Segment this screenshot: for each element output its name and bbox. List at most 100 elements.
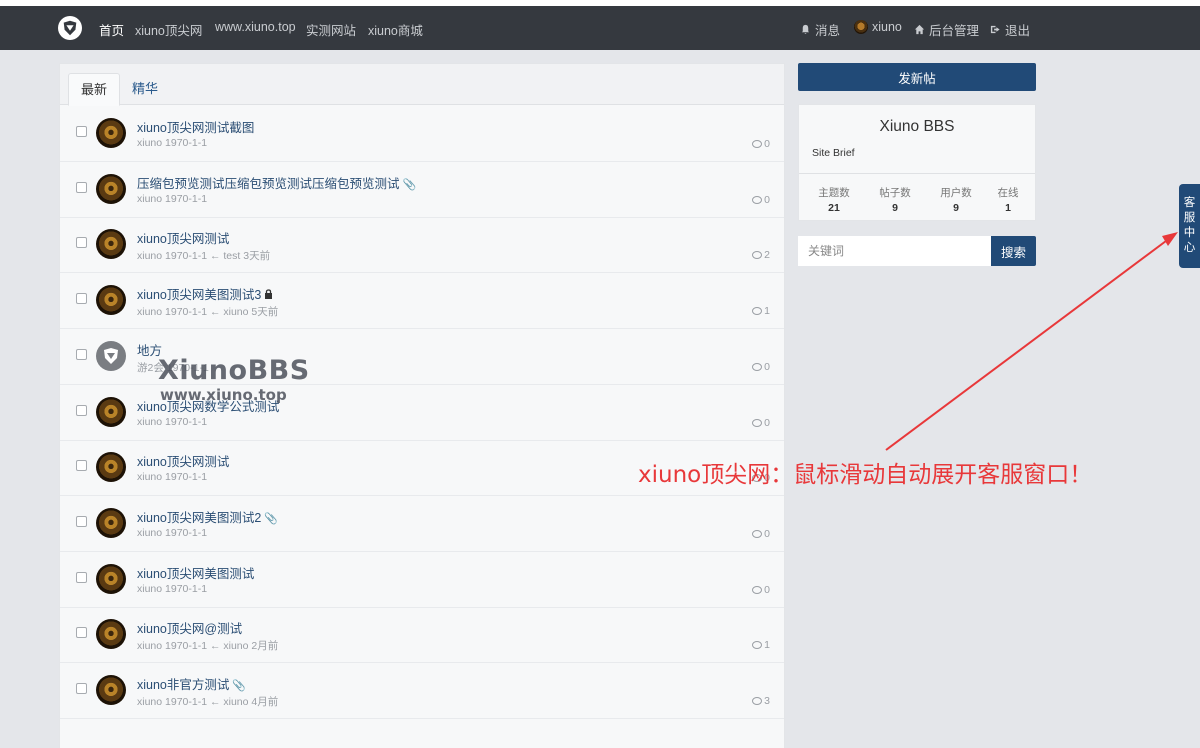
thread-checkbox[interactable] [76, 237, 87, 249]
comment-count-value: 0 [764, 360, 770, 373]
thread-title-text: xiuno顶尖网@测试 [137, 622, 243, 637]
comment-count: 0 [752, 361, 770, 373]
nav-logout[interactable]: 退出 [990, 20, 1030, 39]
comment-count: 0 [752, 584, 770, 596]
user-avatar[interactable] [96, 619, 126, 650]
thread-title[interactable]: 压缩包预览测试压缩包预览测试压缩包预览测试 📎 [137, 173, 416, 192]
thread-title[interactable]: xiuno顶尖网美图测试2 📎 [137, 507, 278, 526]
nav-messages[interactable]: 消息 [800, 20, 840, 39]
paperclip-icon: 📎 [402, 178, 417, 191]
thread-title[interactable]: xiuno顶尖网测试 [137, 451, 229, 470]
thread-title-text: 地方 [137, 343, 163, 358]
navbar: 首页 xiuno顶尖网 www.xiuno.top 实测网站 xiuno商城 消… [0, 6, 1200, 50]
thread-row[interactable]: 地方 游2会 1970-1-1 0 [60, 329, 784, 385]
thread-checkbox[interactable] [76, 126, 87, 137]
stat-label: 主题数 [818, 187, 850, 199]
nav-home[interactable]: 首页 [99, 20, 124, 39]
thread-checkbox[interactable] [76, 515, 87, 527]
comment-count-value: 3 [764, 695, 770, 707]
customer-service-tab[interactable]: 客服中心 [1179, 184, 1200, 268]
user-avatar[interactable] [96, 507, 126, 538]
user-avatar[interactable] [96, 285, 126, 316]
thread-checkbox[interactable] [76, 627, 87, 639]
user-avatar[interactable] [96, 452, 126, 483]
comment-count: 0 [752, 194, 770, 206]
thread-title-text: xiuno顶尖网美图测试 [137, 566, 255, 581]
thread-title[interactable]: xiuno顶尖网测试截图 [137, 117, 254, 136]
thread-title[interactable]: xiuno顶尖网美图测试3 [137, 284, 273, 303]
bell-icon [801, 24, 810, 34]
comment-icon [752, 697, 763, 705]
thread-row[interactable]: xiuno顶尖网测试 xiuno 1970-1-1 ← test 3天前 2 [60, 217, 784, 274]
lock-icon [264, 289, 273, 302]
divider [799, 173, 1035, 174]
thread-row[interactable]: xiuno顶尖网@测试 xiuno 1970-1-1 ← xiuno 2月前 1 [60, 607, 784, 664]
nav-shop[interactable]: xiuno商城 [368, 20, 423, 39]
tab-featured[interactable]: 精华 [120, 73, 170, 106]
service-tab-char: 服 [1183, 212, 1196, 224]
user-avatar[interactable] [96, 675, 126, 705]
comment-count-value: 0 [764, 193, 770, 206]
thread-title[interactable]: xiuno非官方测试 📎 [137, 674, 246, 693]
thread-title[interactable]: xiuno顶尖网美图测试 [137, 563, 254, 582]
site-name: Xiuno BBS [879, 118, 955, 135]
thread-meta: xiuno 1970-1-1 ← xiuno 5天前 [137, 306, 279, 319]
paperclip-icon: 📎 [232, 680, 247, 692]
user-avatar[interactable] [96, 396, 126, 427]
tab-latest[interactable]: 最新 [68, 73, 121, 106]
thread-meta: xiuno 1970-1-1 ← test 3天前 [137, 250, 271, 263]
comment-count-value: 1 [764, 639, 770, 652]
comment-count: 3 [752, 695, 770, 707]
site-logo-icon[interactable] [58, 16, 82, 40]
thread-row[interactable]: xiuno顶尖网美图测试2 📎 xiuno 1970-1-1 0 [60, 496, 784, 552]
thread-meta: xiuno 1970-1-1 ← xiuno 2月前 [137, 640, 279, 653]
thread-row[interactable]: xiuno非官方测试 📎 xiuno 1970-1-1 ← xiuno 4月前 3 [60, 663, 784, 719]
thread-meta: xiuno 1970-1-1 [137, 415, 208, 428]
comment-icon [752, 585, 763, 594]
thread-row[interactable]: xiuno顶尖网测试截图 xiuno 1970-1-1 0 [60, 106, 784, 162]
stat-users: 用户数 9 [928, 185, 984, 214]
comment-icon [752, 195, 763, 204]
comment-count-value: 1 [764, 305, 770, 318]
user-avatar[interactable] [96, 173, 126, 204]
thread-checkbox[interactable] [76, 348, 87, 360]
user-avatar[interactable] [96, 229, 126, 260]
nav-admin-label: 后台管理 [929, 24, 980, 38]
thread-title-text: xiuno顶尖网测试截图 [137, 121, 255, 135]
search-button[interactable]: 搜索 [991, 236, 1036, 266]
thread-title[interactable]: 地方 [137, 340, 162, 359]
thread-checkbox[interactable] [76, 571, 87, 583]
stat-online: 在线 1 [980, 185, 1036, 214]
thread-row[interactable]: xiuno顶尖网美图测试 xiuno 1970-1-1 0 [60, 552, 784, 608]
thread-meta: xiuno 1970-1-1 [137, 471, 208, 484]
comment-icon [752, 251, 763, 260]
thread-row[interactable]: xiuno顶尖网数学公式测试 xiuno 1970-1-1 0 [60, 385, 784, 441]
thread-checkbox[interactable] [76, 460, 87, 472]
new-post-button[interactable]: 发新帖 [798, 63, 1036, 91]
nav-logout-label: 退出 [1005, 24, 1031, 38]
thread-row[interactable]: 压缩包预览测试压缩包预览测试压缩包预览测试 📎 xiuno 1970-1-1 0 [60, 162, 784, 218]
comment-icon [752, 307, 763, 316]
thread-title-text: xiuno顶尖网美图测试3 [137, 288, 262, 303]
user-avatar[interactable] [96, 340, 126, 371]
search-input[interactable] [798, 236, 991, 266]
stat-value: 9 [892, 202, 898, 214]
nav-user[interactable]: xiuno [854, 20, 902, 34]
thread-checkbox[interactable] [76, 181, 87, 193]
comment-count: 0 [752, 528, 770, 540]
thread-checkbox[interactable] [76, 683, 87, 694]
comment-icon [752, 418, 763, 427]
thread-row[interactable]: xiuno顶尖网美图测试3 xiuno 1970-1-1 ← xiuno 5天前 1 [60, 273, 784, 330]
thread-title[interactable]: xiuno顶尖网数学公式测试 [137, 396, 279, 415]
thread-checkbox[interactable] [76, 293, 87, 305]
nav-website[interactable]: www.xiuno.top [215, 20, 296, 34]
user-avatar[interactable] [96, 563, 126, 594]
nav-test-site[interactable]: 实测网站 [306, 20, 356, 39]
thread-title[interactable]: xiuno顶尖网@测试 [137, 618, 242, 637]
stat-value: 21 [828, 202, 840, 214]
nav-admin[interactable]: 后台管理 [914, 20, 979, 39]
nav-xiuno-top[interactable]: xiuno顶尖网 [135, 20, 202, 39]
thread-title[interactable]: xiuno顶尖网测试 [137, 228, 229, 247]
user-avatar[interactable] [96, 118, 126, 148]
thread-checkbox[interactable] [76, 404, 87, 416]
